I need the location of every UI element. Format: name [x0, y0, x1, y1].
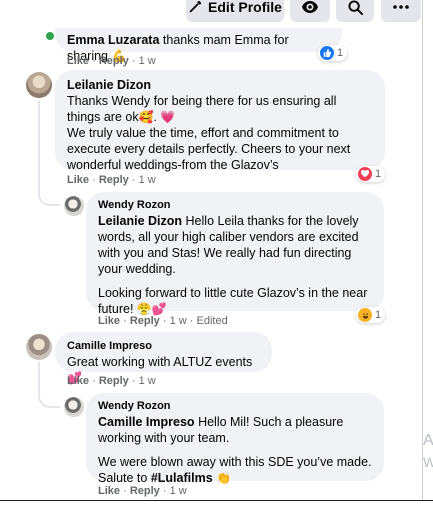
comment-emoji: 👏	[216, 471, 232, 485]
edit-profile-label: Edit Profile	[208, 0, 282, 15]
offscreen-text-w: W	[423, 454, 433, 470]
reply-action[interactable]: Reply	[130, 485, 160, 497]
hashtag-link[interactable]: #Lulafilms	[151, 471, 213, 485]
comment-actions: Like · Reply · 1 w	[67, 375, 156, 387]
comment-bubble: Wendy Rozon Leilanie Dizon Hello Leila t…	[86, 192, 384, 316]
comment-time[interactable]: 1 w	[170, 485, 187, 497]
eye-icon	[302, 1, 318, 13]
comment-text: Thanks Wendy for being there for us ensu…	[67, 94, 337, 124]
comment-bubble: Leilanie Dizon Thanks Wendy for being th…	[55, 70, 385, 172]
comment-text: Camille Impreso Hello Mil! Such a pleasu…	[98, 415, 344, 445]
comment-text: We were blown away with this SDE you’ve …	[98, 455, 372, 485]
comment-actions: Like · Reply · 1 w · Edited	[98, 315, 228, 327]
comment-bubble: Wendy Rozon Camille Impreso Hello Mil! S…	[86, 393, 384, 485]
view-as-button[interactable]	[290, 0, 330, 22]
search-icon	[347, 0, 363, 15]
reaction-count[interactable]: 1	[356, 166, 386, 182]
reply-action[interactable]: Reply	[99, 174, 129, 186]
comment-time[interactable]: 1 w	[139, 375, 156, 387]
mention-link[interactable]: Camille Impreso	[98, 415, 195, 429]
more-options-button[interactable]	[381, 0, 421, 22]
comment-actions: Like · Reply · 1 w	[67, 55, 156, 67]
edited-label[interactable]: Edited	[197, 315, 228, 327]
comment-actions: Like · Reply · 1 w	[67, 174, 156, 186]
comment-bubble: Camille Impreso Great working with ALTUZ…	[55, 332, 272, 385]
bottom-border	[0, 500, 433, 501]
comment-time[interactable]: 1 w	[139, 174, 156, 186]
column-divider	[422, 0, 423, 500]
love-icon	[358, 167, 372, 181]
reaction-count[interactable]: 1	[318, 45, 348, 61]
search-button[interactable]	[336, 0, 374, 22]
mention-link[interactable]: Leilanie Dizon	[98, 214, 182, 228]
comment-text: We truly value the time, effort and comm…	[67, 126, 351, 172]
thread-line	[38, 100, 40, 195]
comment-actions: Like · Reply · 1 w	[98, 485, 187, 497]
comment-author[interactable]: Wendy Rozon	[98, 398, 372, 414]
like-action[interactable]: Like	[67, 174, 89, 186]
thread-connector	[38, 390, 60, 408]
comment-author[interactable]: Camille Impreso	[67, 338, 260, 354]
haha-icon	[358, 308, 372, 322]
comment-author[interactable]: Emma Luzarata	[67, 33, 159, 47]
reply-action[interactable]: Reply	[130, 315, 160, 327]
avatar[interactable]	[64, 397, 84, 417]
like-action[interactable]: Like	[67, 55, 89, 67]
comment-author[interactable]: Wendy Rozon	[98, 197, 372, 213]
more-icon	[393, 5, 409, 9]
edit-profile-button[interactable]: Edit Profile	[186, 0, 284, 22]
comment-author[interactable]: Leilanie Dizon	[67, 77, 373, 93]
reply-action[interactable]: Reply	[99, 55, 129, 67]
thread-connector	[38, 188, 60, 206]
like-action[interactable]: Like	[67, 375, 89, 387]
reaction-count[interactable]: 1	[356, 307, 386, 323]
comment-time[interactable]: 1 w	[139, 55, 156, 67]
comment-emoji: 🥰. 💗	[138, 110, 176, 124]
comment-bubble: Emma Luzarata thanks mam Emma for sharin…	[55, 28, 342, 63]
like-icon	[320, 46, 334, 60]
like-action[interactable]: Like	[98, 485, 120, 497]
like-action[interactable]: Like	[98, 315, 120, 327]
avatar[interactable]	[26, 334, 52, 360]
avatar[interactable]	[64, 196, 84, 216]
comment-text: Leilanie Dizon Hello Leila thanks for th…	[98, 214, 359, 276]
reply-action[interactable]: Reply	[99, 375, 129, 387]
pencil-icon	[189, 0, 202, 13]
comment-time[interactable]: 1 w	[170, 315, 187, 327]
avatar[interactable]	[26, 72, 52, 98]
comment-emoji: 😤💕	[136, 302, 167, 316]
comment-text: Looking forward to little cute Glazov’s …	[98, 286, 368, 316]
offscreen-text-a: A	[423, 432, 433, 449]
